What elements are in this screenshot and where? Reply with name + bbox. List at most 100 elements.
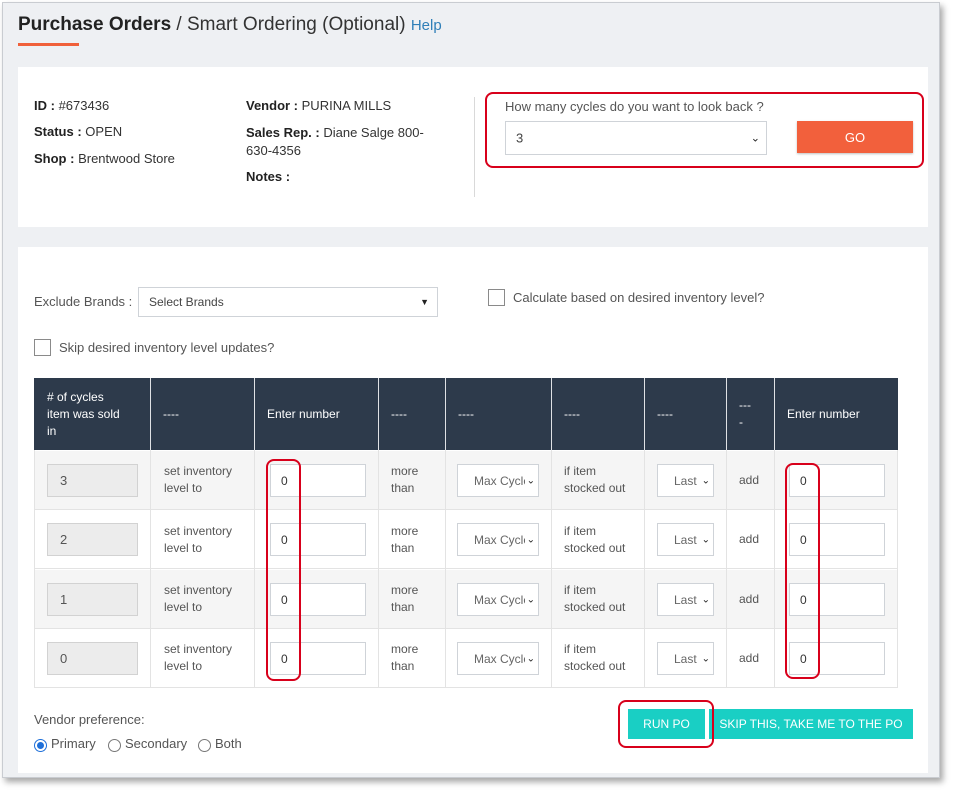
exclude-brands-label: Exclude Brands : (34, 294, 133, 309)
order-notes: Notes : (246, 168, 290, 186)
skip-to-po-button[interactable]: SKIP THIS, TAKE ME TO THE PO (709, 709, 913, 739)
col-separator (726, 450, 727, 688)
last-select[interactable]: Last ⌄ (657, 583, 714, 616)
action-line2: level to (164, 541, 203, 555)
condition-text: if item stocked out (564, 582, 625, 616)
highlight-lookback (485, 92, 924, 168)
header-cycles-line1: # of cycles (47, 389, 104, 404)
exclude-brands-select[interactable]: Select Brands ▼ (138, 287, 438, 317)
condition-text: if item stocked out (564, 641, 625, 675)
cycle-select[interactable]: Max Cycle ⌄ (457, 464, 539, 497)
compare-line2: than (391, 481, 415, 495)
condition-text: if item stocked out (564, 523, 625, 557)
highlight-add-column (785, 463, 820, 679)
chevron-down-icon: ⌄ (699, 594, 710, 605)
cycle-select[interactable]: Max Cycle ⌄ (457, 583, 539, 616)
radio-secondary[interactable] (108, 739, 121, 752)
help-link[interactable]: Help (411, 17, 442, 34)
add-text: add (739, 532, 760, 546)
radio-primary[interactable] (34, 739, 47, 752)
condition-line2: stocked out (564, 541, 626, 555)
header-col8-line2: - (739, 415, 743, 429)
chevron-down-icon: ⌄ (524, 594, 535, 605)
col-separator (378, 450, 379, 688)
cycles-value-field: 3 (47, 464, 138, 497)
vendor-preference-label: Vendor preference: (34, 712, 145, 727)
chevron-down-icon: ⌄ (524, 653, 535, 664)
cycles-value-field: 0 (47, 642, 138, 675)
chevron-down-icon: ⌄ (699, 653, 710, 664)
last-select[interactable]: Last ⌄ (657, 642, 714, 675)
title-sub: Smart Ordering (Optional) (186, 14, 406, 35)
calc-desired-checkbox[interactable] (488, 289, 505, 306)
last-select-value: Last (674, 532, 697, 547)
col-separator (150, 450, 151, 688)
action-text: set inventory level to (164, 523, 232, 557)
header-cycles-line3: in (47, 423, 57, 438)
action-text: set inventory level to (164, 641, 232, 675)
cycle-select-value: Max Cycle (474, 651, 531, 666)
col-separator (644, 450, 645, 688)
action-line2: level to (164, 659, 203, 673)
rules-table-header: # of cycles item was sold in ---- Enter … (34, 378, 898, 450)
action-line2: level to (164, 600, 203, 614)
header-cycles-line2: item was sold (47, 406, 120, 421)
chevron-down-icon: ⌄ (524, 534, 535, 545)
chevron-down-icon: ⌄ (699, 475, 710, 486)
action-line1: set inventory (164, 524, 233, 538)
condition-line1: if item (564, 524, 597, 538)
action-text: set inventory level to (164, 582, 232, 616)
chevron-down-icon: ⌄ (699, 534, 710, 545)
condition-line1: if item (564, 583, 597, 597)
order-salesrep-label: Sales Rep. : (246, 125, 320, 140)
order-status-value: OPEN (85, 124, 123, 139)
cycle-select[interactable]: Max Cycle ⌄ (457, 523, 539, 556)
cycle-select-value: Max Cycle (474, 532, 531, 547)
condition-text: if item stocked out (564, 463, 625, 497)
col-separator (551, 450, 552, 688)
action-line1: set inventory (164, 642, 233, 656)
cycle-select[interactable]: Max Cycle ⌄ (457, 642, 539, 675)
order-vendor-label: Vendor : (246, 98, 299, 113)
col-separator (254, 450, 255, 688)
table-right-border (897, 450, 898, 688)
condition-line2: stocked out (564, 481, 626, 495)
header-enter-number-2: Enter number (787, 406, 860, 421)
order-shop-value: Brentwood Store (78, 151, 175, 166)
last-select-value: Last (674, 473, 697, 488)
action-line1: set inventory (164, 464, 233, 478)
header-col6: ---- (564, 406, 580, 421)
radio-both[interactable] (198, 739, 211, 752)
header-col4: ---- (391, 406, 407, 421)
order-salesrep: Sales Rep. : Diane Salge 800- (246, 124, 424, 142)
order-id-label: ID : (34, 98, 55, 113)
title-main: Purchase Orders (18, 14, 172, 35)
cycle-select-value: Max Cycle (474, 592, 531, 607)
order-salesrep-line2: 630-4356 (246, 142, 301, 160)
table-left-border (34, 450, 35, 688)
compare-text: more than (391, 641, 418, 675)
action-line2: level to (164, 481, 203, 495)
calc-desired-label: Calculate based on desired inventory lev… (513, 290, 765, 305)
page-title: Purchase Orders / Smart Ordering (Option… (18, 14, 442, 36)
skip-desired-checkbox[interactable] (34, 339, 51, 356)
header-col2: ---- (163, 406, 179, 421)
order-shop: Shop : Brentwood Store (34, 150, 175, 168)
compare-text: more than (391, 582, 418, 616)
compare-line2: than (391, 541, 415, 555)
last-select[interactable]: Last ⌄ (657, 464, 714, 497)
order-status-label: Status : (34, 124, 82, 139)
action-text: set inventory level to (164, 463, 232, 497)
header-col8-line1: --- (739, 398, 751, 412)
order-status: Status : OPEN (34, 123, 122, 141)
order-vendor-value: PURINA MILLS (301, 98, 392, 113)
caret-down-icon: ▼ (420, 297, 429, 307)
condition-line2: stocked out (564, 659, 626, 673)
cycle-select-value: Max Cycle (474, 473, 531, 488)
condition-line1: if item (564, 464, 597, 478)
condition-line1: if item (564, 642, 597, 656)
compare-line1: more (391, 583, 419, 597)
highlight-run-po (618, 700, 714, 748)
condition-line2: stocked out (564, 600, 626, 614)
last-select[interactable]: Last ⌄ (657, 523, 714, 556)
